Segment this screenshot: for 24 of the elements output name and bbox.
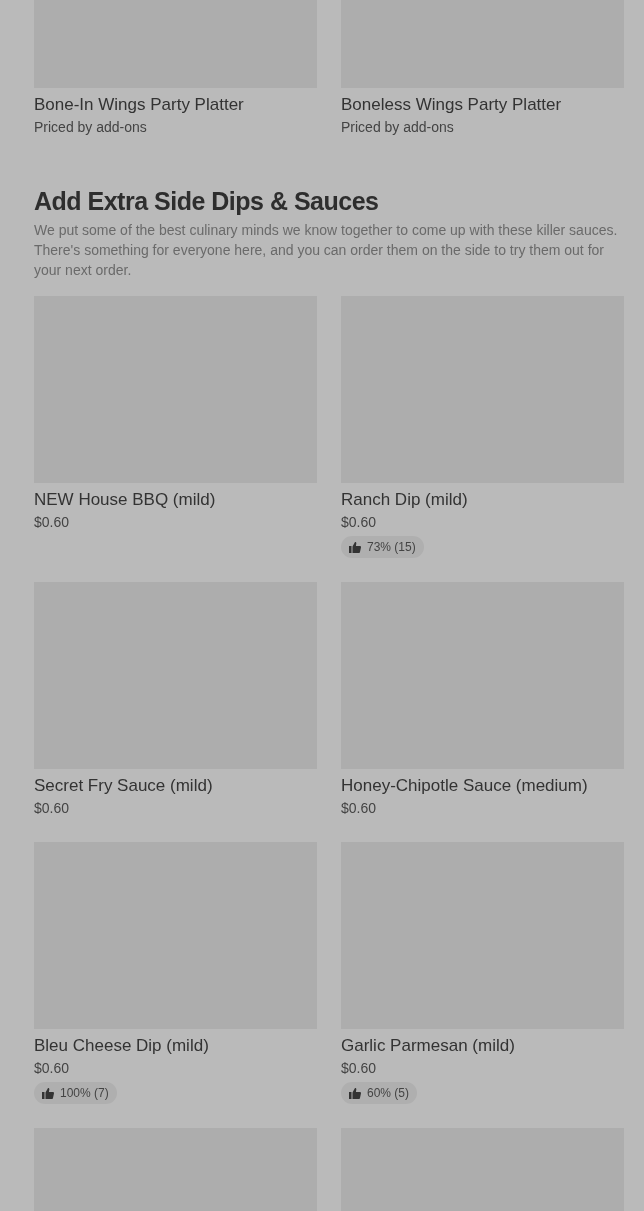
thumbs-up-icon xyxy=(349,541,361,553)
item-name: Honey-Chipotle Sauce (medium) xyxy=(341,775,589,797)
thumbs-up-icon xyxy=(349,1087,361,1099)
item-name: Boneless Wings Party Platter xyxy=(341,94,563,116)
rating-badge: 60% (5) xyxy=(341,1082,418,1104)
section-title: Add Extra Side Dips & Sauces xyxy=(34,186,380,216)
rating-badge: 100% (7) xyxy=(34,1082,117,1104)
item-price: $0.60 xyxy=(34,1059,71,1078)
item-name: Bone-In Wings Party Platter xyxy=(34,94,245,116)
item-price: $0.60 xyxy=(341,513,378,532)
item-name: NEW House BBQ (mild) xyxy=(34,489,217,511)
rating-badge: 73% (15) xyxy=(341,536,424,558)
item-name: Garlic Parmesan (mild) xyxy=(341,1035,516,1057)
item-price: Priced by add-ons xyxy=(34,118,148,137)
section-description: We put some of the best culinary minds we know together to come up with these killer sauces. There's something for everyone here, and you can order them on the side to try them out for your next order. xyxy=(34,221,619,280)
item-price: $0.60 xyxy=(34,799,71,818)
item-price: $0.60 xyxy=(341,1059,378,1078)
item-price: $0.60 xyxy=(341,799,378,818)
item-price: $0.60 xyxy=(34,513,71,532)
item-price: Priced by add-ons xyxy=(341,118,455,137)
item-name: Secret Fry Sauce (mild) xyxy=(34,775,214,797)
thumbs-up-icon xyxy=(42,1087,54,1099)
item-name: Bleu Cheese Dip (mild) xyxy=(34,1035,210,1057)
item-name: Ranch Dip (mild) xyxy=(341,489,469,511)
